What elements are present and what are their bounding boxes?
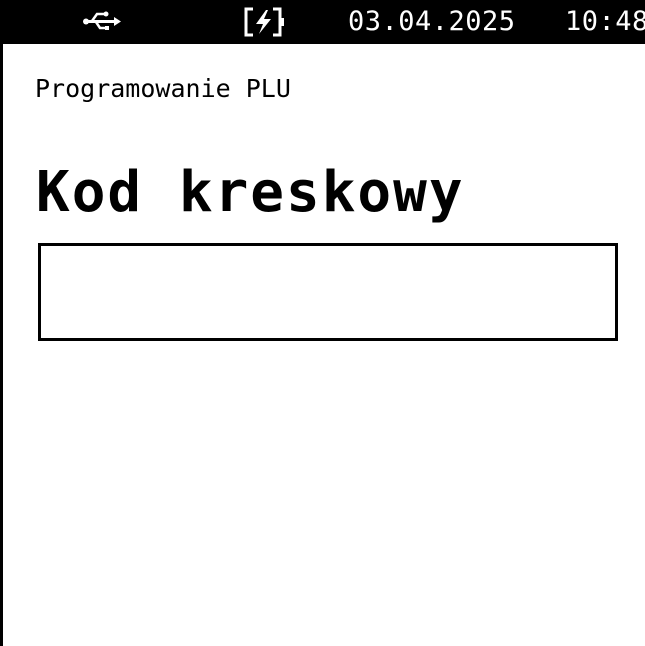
- screen-title: Programowanie PLU: [35, 74, 291, 103]
- status-bar: 03.04.2025 10:48: [0, 0, 645, 44]
- barcode-input[interactable]: [38, 243, 618, 341]
- barcode-field-label: Kod kreskowy: [36, 160, 465, 225]
- status-date: 03.04.2025: [348, 6, 516, 37]
- screen-left-border: [0, 0, 3, 646]
- battery-charging-icon: [243, 6, 285, 38]
- usb-icon: [82, 9, 122, 33]
- status-time: 10:48: [565, 6, 645, 37]
